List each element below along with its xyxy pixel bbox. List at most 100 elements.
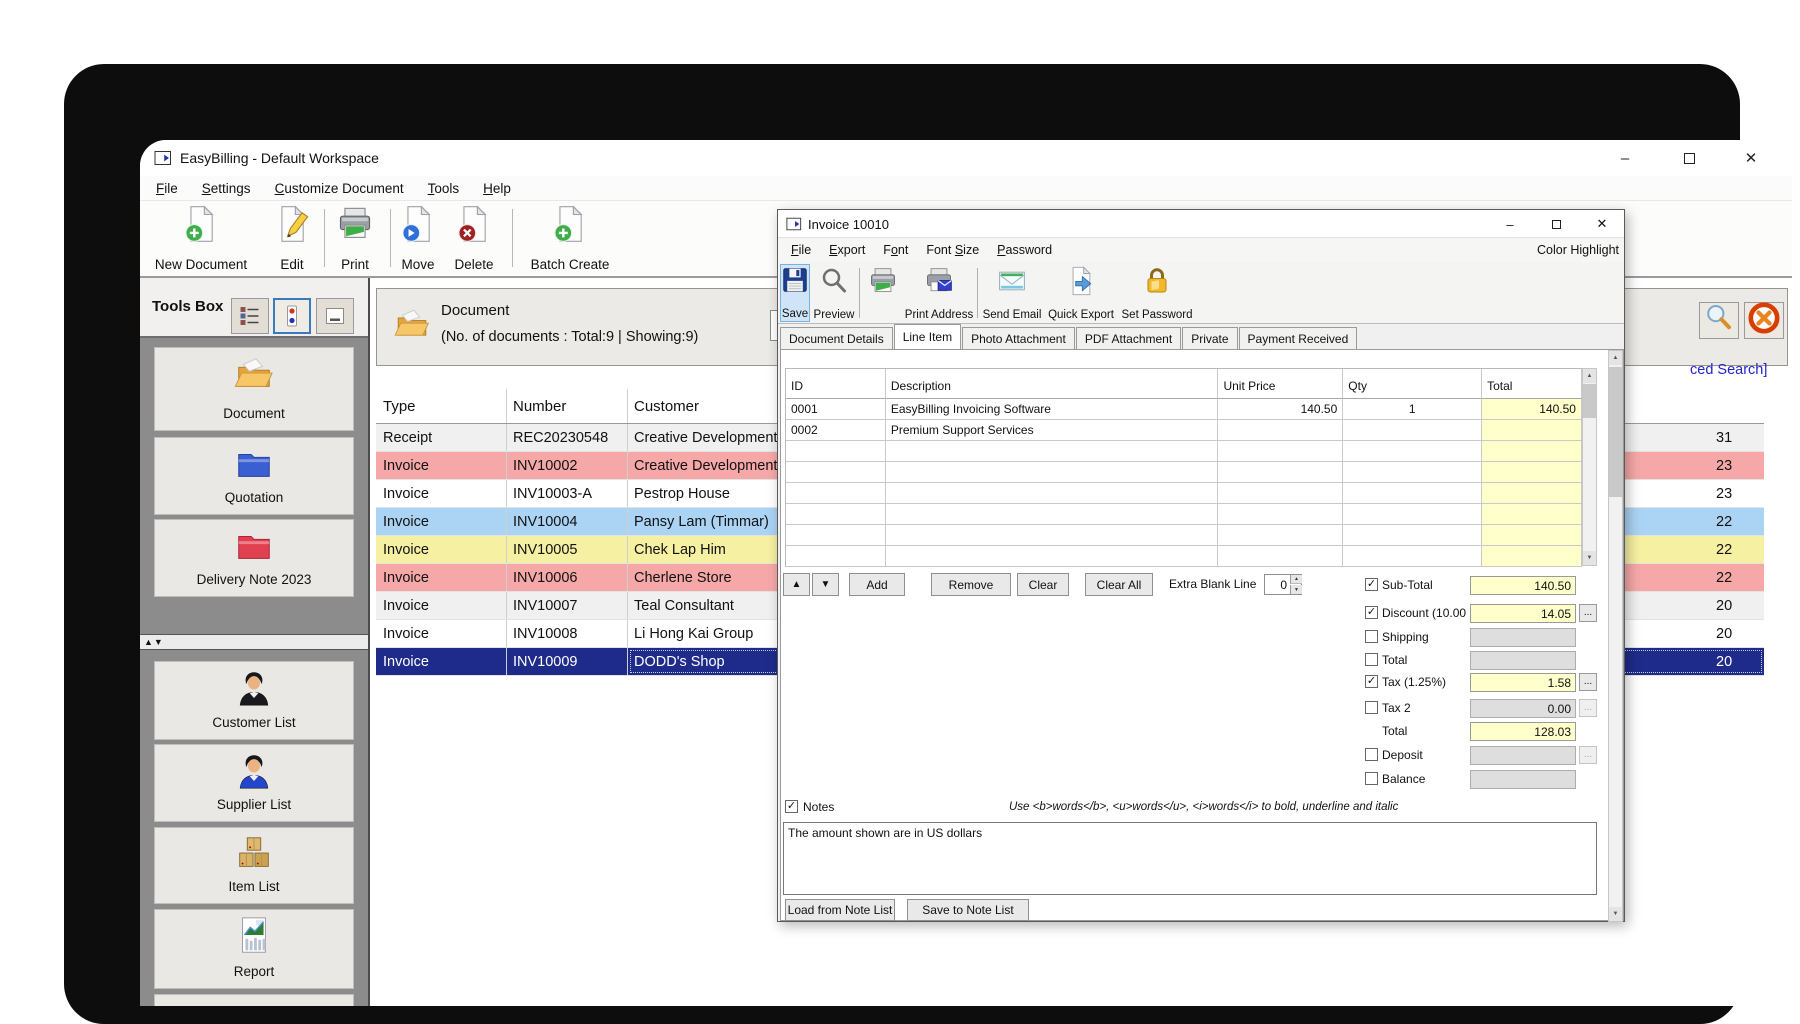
dialog-toolbar-print-address-button[interactable]: Print Address	[902, 264, 976, 322]
toolbar-move-button[interactable]: Move	[394, 204, 442, 274]
toolbar-new-document-button[interactable]: New Document	[142, 204, 260, 274]
tax-2-more-button[interactable]: ...	[1579, 699, 1597, 717]
color-highlight-menu[interactable]: Color Highlight	[1537, 243, 1619, 257]
add-button[interactable]: Add	[849, 573, 905, 596]
balance-field[interactable]	[1470, 770, 1576, 789]
search-button[interactable]	[1699, 302, 1739, 339]
sidebar-group-divider[interactable]: ▲▼	[140, 634, 368, 650]
scroll-down-icon[interactable]: ▼	[1609, 907, 1622, 921]
toolbar-print-button[interactable]: Print	[328, 204, 382, 274]
view-list-button[interactable]	[231, 298, 269, 334]
dialog-menu-font-size[interactable]: Font Size	[917, 241, 988, 259]
minimize-button[interactable]: –	[1612, 146, 1638, 170]
discount-10-00-checkbox[interactable]: ✓	[1365, 606, 1378, 619]
remove-button[interactable]: Remove	[931, 573, 1011, 596]
close-button[interactable]: ✕	[1738, 146, 1764, 170]
tax-2-checkbox[interactable]	[1365, 701, 1378, 714]
extra-blank-line-stepper[interactable]: 0 ▲ ▼	[1264, 574, 1302, 595]
total-field[interactable]	[1470, 651, 1576, 670]
dialog-toolbar-send-email-button[interactable]: Send Email	[980, 264, 1044, 322]
clear-all-button[interactable]: Clear All	[1085, 573, 1153, 596]
tab-photo-attachment[interactable]: Photo Attachment	[962, 327, 1075, 349]
notes-textarea[interactable]: The amount shown are in US dollars	[783, 822, 1597, 895]
view-min-button[interactable]	[316, 298, 354, 334]
sidebar-item-document[interactable]: Document	[154, 347, 354, 431]
toolbar-batch-create-button[interactable]: Batch Create	[518, 204, 622, 274]
scroll-up-icon[interactable]: ▲	[1609, 351, 1622, 365]
clear-button[interactable]: Clear	[1017, 573, 1069, 596]
scrollbar-thumb[interactable]	[1609, 367, 1622, 497]
line-item-row[interactable]	[786, 462, 1582, 483]
dialog-maximize-button[interactable]	[1542, 214, 1570, 234]
toolbar-edit-button[interactable]: Edit	[266, 204, 318, 274]
tax-1-25-field[interactable]: 1.58	[1470, 673, 1576, 692]
tab-document-details[interactable]: Document Details	[780, 327, 893, 349]
line-item-row[interactable]: 0001EasyBilling Invoicing Software140.50…	[786, 399, 1582, 420]
dialog-toolbar-save-button[interactable]: Save	[780, 264, 810, 322]
sidebar-item-customer-list[interactable]: Customer List	[154, 661, 354, 740]
column-header-number[interactable]: Number	[507, 389, 628, 423]
stepper-up-icon[interactable]: ▲	[1290, 575, 1302, 584]
line-item-row[interactable]	[786, 546, 1582, 567]
shipping-field[interactable]	[1470, 628, 1576, 647]
sub-total-field[interactable]: 140.50	[1470, 576, 1576, 595]
sub-total-checkbox[interactable]: ✓	[1365, 578, 1378, 591]
dialog-menu-password[interactable]: Password	[988, 241, 1061, 259]
load-from-note-list-button[interactable]: Load from Note List	[785, 899, 895, 921]
sidebar-item-quotation[interactable]: Quotation	[154, 437, 354, 515]
save-to-note-list-button[interactable]: Save to Note List	[907, 899, 1029, 921]
sidebar-item-extra[interactable]	[154, 994, 354, 1006]
scroll-up-icon[interactable]: ▲	[1583, 369, 1596, 383]
move-row-up-button[interactable]: ▲	[783, 573, 810, 596]
scroll-down-icon[interactable]: ▼	[1583, 551, 1596, 565]
dialog-toolbar-preview-button[interactable]: Preview	[812, 264, 856, 322]
menu-tools[interactable]: Tools	[416, 179, 472, 198]
deposit-checkbox[interactable]	[1365, 748, 1378, 761]
scrollbar-thumb[interactable]	[1583, 384, 1596, 418]
advanced-search-link[interactable]: ced Search]	[1690, 362, 1767, 378]
dialog-toolbar-print-button[interactable]	[866, 264, 900, 322]
dialog-toolbar-set-password-button[interactable]: Set Password	[1118, 264, 1196, 322]
toolbar-delete-button[interactable]: Delete	[444, 204, 504, 274]
sidebar-item-report[interactable]: Report	[154, 909, 354, 989]
tab-pdf-attachment[interactable]: PDF Attachment	[1076, 327, 1181, 349]
column-header-type[interactable]: Type	[376, 389, 507, 423]
menu-file[interactable]: File	[144, 179, 190, 198]
dialog-menu-font[interactable]: Font	[874, 241, 917, 259]
maximize-button[interactable]	[1676, 146, 1702, 170]
line-item-row[interactable]: 0002Premium Support Services	[786, 420, 1582, 441]
dialog-close-button[interactable]: ✕	[1588, 214, 1616, 234]
menu-settings[interactable]: Settings	[190, 179, 263, 198]
dialog-scrollbar[interactable]: ▲ ▼	[1608, 350, 1623, 922]
line-item-row[interactable]	[786, 504, 1582, 525]
line-items-scrollbar[interactable]: ▲▼	[1582, 368, 1597, 566]
dialog-menu-export[interactable]: Export	[820, 241, 874, 259]
tab-line-item[interactable]: Line Item	[894, 324, 961, 349]
tab-private[interactable]: Private	[1182, 327, 1237, 349]
dialog-menu-file[interactable]: File	[782, 241, 820, 259]
view-two-button[interactable]	[273, 298, 311, 334]
notes-checkbox[interactable]: ✓	[785, 800, 798, 813]
tax-2-field[interactable]: 0.00	[1470, 699, 1576, 718]
sidebar-item-delivery-note-2023[interactable]: Delivery Note 2023	[154, 519, 354, 597]
line-item-row[interactable]	[786, 483, 1582, 504]
menu-help[interactable]: Help	[471, 179, 523, 198]
line-item-row[interactable]	[786, 525, 1582, 546]
menu-customize-document[interactable]: Customize Document	[263, 179, 416, 198]
deposit-field[interactable]	[1470, 746, 1576, 765]
tax-1-25-more-button[interactable]: ...	[1579, 673, 1597, 691]
discount-10-00-field[interactable]: 14.05	[1470, 604, 1576, 623]
dialog-minimize-button[interactable]: –	[1496, 214, 1524, 234]
discount-10-00-more-button[interactable]: ...	[1579, 604, 1597, 622]
deposit-more-button[interactable]: ...	[1579, 746, 1597, 764]
sidebar-item-item-list[interactable]: Item List	[154, 827, 354, 904]
shipping-checkbox[interactable]	[1365, 630, 1378, 643]
stepper-down-icon[interactable]: ▼	[1290, 585, 1302, 594]
balance-checkbox[interactable]	[1365, 772, 1378, 785]
move-row-down-button[interactable]: ▼	[812, 573, 839, 596]
dialog-toolbar-quick-export-button[interactable]: Quick Export	[1046, 264, 1116, 322]
total-field[interactable]: 128.03	[1470, 722, 1576, 741]
tab-payment-received[interactable]: Payment Received	[1239, 327, 1358, 349]
total-checkbox[interactable]	[1365, 653, 1378, 666]
sidebar-item-supplier-list[interactable]: Supplier List	[154, 744, 354, 822]
